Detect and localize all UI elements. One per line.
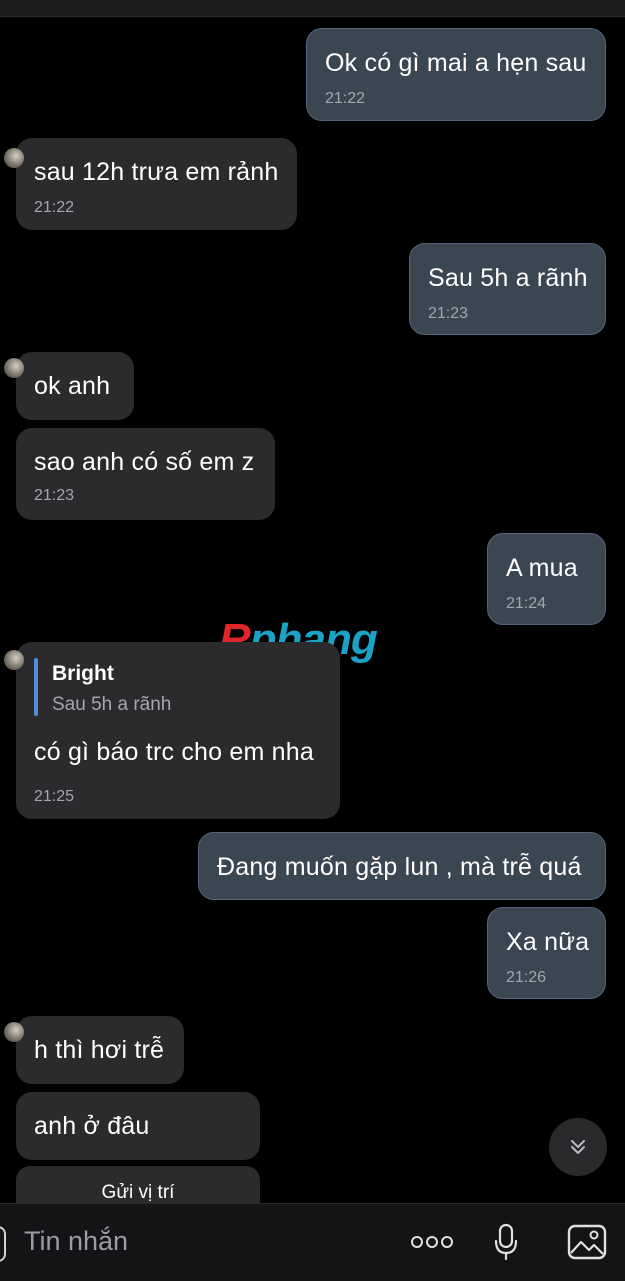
quote-text: Sau 5h a rãnh: [52, 694, 172, 715]
message-time: 21:25: [34, 788, 75, 805]
voice-message-button[interactable]: [488, 1220, 524, 1264]
emoji-icon[interactable]: [0, 1226, 6, 1262]
chevron-double-down-icon: [571, 1140, 585, 1154]
sender-avatar[interactable]: [4, 148, 24, 168]
message-time: 21:23: [34, 487, 75, 504]
message-incoming[interactable]: sau 12h trưa em rảnh 21:22: [4, 138, 297, 230]
message-text: sau 12h trưa em rảnh: [34, 158, 279, 186]
message-outgoing[interactable]: Ok có gì mai a hẹn sau 21:22: [306, 28, 606, 121]
image-gallery-icon: [567, 1224, 607, 1260]
sender-avatar[interactable]: [4, 358, 24, 378]
send-location-label: Gửi vị trí: [101, 1182, 175, 1203]
message-incoming[interactable]: ok anh: [4, 352, 134, 420]
message-text: ok anh: [34, 372, 111, 400]
message-text: Xa nữa: [506, 928, 590, 956]
message-text: anh ở đâu: [34, 1112, 150, 1140]
message-time: 21:26: [506, 969, 547, 986]
top-bar: [0, 0, 625, 17]
message-text: Đang muốn gặp lun , mà trễ quá: [217, 853, 582, 881]
sender-avatar[interactable]: [4, 650, 24, 670]
message-outgoing[interactable]: Xa nữa 21:26: [487, 907, 606, 999]
message-incoming[interactable]: anh ở đâu: [16, 1092, 260, 1160]
more-options-button[interactable]: [410, 1224, 454, 1260]
message-outgoing[interactable]: Sau 5h a rãnh 21:23: [409, 243, 606, 335]
message-time: 21:22: [34, 199, 75, 216]
more-dots-icon: [411, 1236, 453, 1248]
message-text: h thì hơi trễ: [34, 1036, 165, 1064]
scroll-to-bottom-button[interactable]: [549, 1118, 607, 1176]
message-text: A mua: [506, 554, 578, 582]
quote-accent-bar: [34, 658, 38, 716]
message-incoming-reply[interactable]: Bright Sau 5h a rãnh có gì báo trc cho e…: [4, 642, 340, 819]
microphone-icon: [494, 1223, 518, 1261]
composer-bar: Tin nhắn: [0, 1203, 625, 1281]
message-text: sao anh có số em z: [34, 448, 255, 476]
quote-sender-name: Bright: [52, 662, 114, 685]
message-incoming[interactable]: sao anh có số em z 21:23: [16, 428, 275, 520]
sender-avatar[interactable]: [4, 1022, 24, 1042]
gallery-button[interactable]: [565, 1220, 609, 1264]
message-text: Ok có gì mai a hẹn sau: [325, 49, 587, 77]
message-outgoing[interactable]: A mua 21:24: [487, 533, 606, 625]
message-outgoing[interactable]: Đang muốn gặp lun , mà trễ quá: [198, 832, 606, 900]
message-text: có gì báo trc cho em nha: [34, 738, 314, 766]
message-input[interactable]: Tin nhắn: [24, 1226, 128, 1257]
message-time: 21:23: [428, 305, 469, 322]
message-time: 21:24: [506, 595, 547, 612]
message-text: Sau 5h a rãnh: [428, 264, 588, 292]
message-time: 21:22: [325, 90, 366, 107]
message-incoming[interactable]: h thì hơi trễ: [4, 1016, 184, 1084]
